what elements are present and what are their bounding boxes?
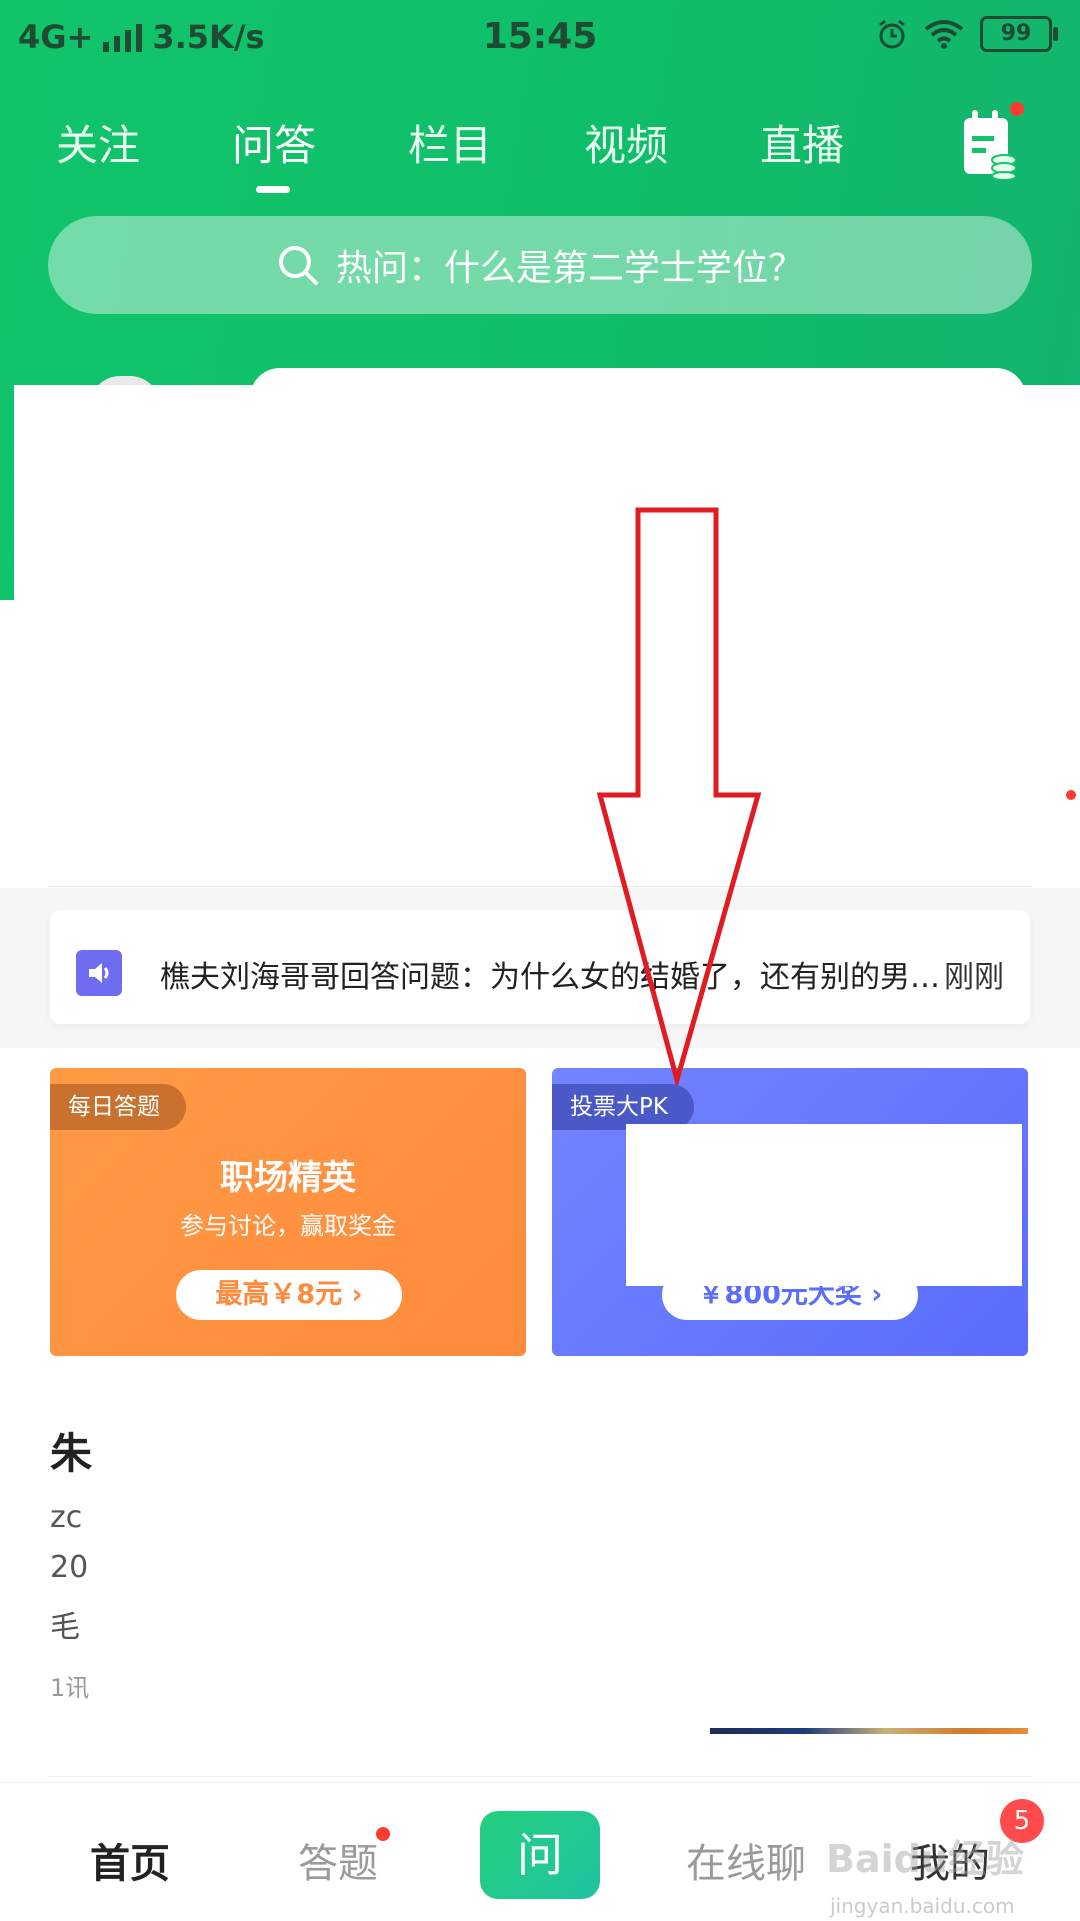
feed-thumbnail-strip xyxy=(710,1728,1028,1734)
promo-subtitle: 参与讨论，赢取奖金 xyxy=(180,1212,396,1240)
daily-quiz-card[interactable]: 每日答题 职场精英 参与讨论，赢取奖金 最高￥8元 › xyxy=(50,1068,526,1356)
promo-tag: 每日答题 xyxy=(50,1084,186,1130)
ticker-time: 刚刚 xyxy=(944,960,1004,995)
feed-meta: 1讯 xyxy=(50,1674,90,1702)
tab-video[interactable]: 视频 xyxy=(584,112,668,173)
alarm-icon xyxy=(879,19,905,49)
nav-chat[interactable]: 在线聊 xyxy=(686,1831,806,1889)
feed-line: 毛 xyxy=(50,1610,80,1645)
battery-icon: 99 xyxy=(980,16,1058,52)
ticker-text[interactable]: 樵夫刘海哥哥回答问题：为什么女的结婚了，还有别的男… xyxy=(160,952,940,996)
feed-card-top xyxy=(14,385,1080,885)
tab-live[interactable]: 直播 xyxy=(760,112,844,173)
feed-line: 20 xyxy=(50,1550,89,1585)
battery-level: 99 xyxy=(1000,21,1032,46)
search-placeholder: 热问：什么是第二学士学位？ xyxy=(335,248,804,289)
feed-item-title[interactable]: 朱 xyxy=(50,1420,92,1481)
top-tabs: 关注 问答 栏目 视频 直播 xyxy=(0,112,1080,202)
divider xyxy=(48,886,1032,887)
search-icon xyxy=(278,246,318,285)
nav-answer[interactable]: 答题 xyxy=(298,1831,378,1889)
speaker-icon xyxy=(76,950,122,996)
search-bar[interactable]: 热问：什么是第二学士学位？ xyxy=(48,216,1032,314)
tab-follow[interactable]: 关注 xyxy=(56,112,140,173)
wifi-icon xyxy=(924,20,964,49)
nav-home[interactable]: 首页 xyxy=(90,1831,170,1889)
promo-title: 职场精英 xyxy=(220,1158,356,1198)
tab-columns[interactable]: 栏目 xyxy=(408,112,492,173)
calendar-notification-dot xyxy=(1010,102,1024,116)
status-bar: 4G+ 3.5K/s 15:45 99 xyxy=(0,0,1080,76)
calendar-coins-icon[interactable] xyxy=(962,108,1018,180)
tab-qa[interactable]: 问答 xyxy=(232,112,316,173)
active-tab-indicator xyxy=(256,186,290,193)
answer-notification-dot xyxy=(376,1827,390,1841)
reward-button[interactable]: 最高￥8元 › xyxy=(176,1270,402,1320)
divider xyxy=(48,1776,1032,1777)
feed-line: zc xyxy=(50,1500,83,1535)
ask-button[interactable]: 问 xyxy=(480,1811,600,1899)
status-right: 99 xyxy=(876,16,1058,52)
red-arrow-annotation xyxy=(596,507,762,1085)
redacted-block xyxy=(626,1124,1022,1286)
watermark-url: jingyan.baidu.com xyxy=(830,1894,1015,1918)
side-dot xyxy=(1066,790,1076,800)
